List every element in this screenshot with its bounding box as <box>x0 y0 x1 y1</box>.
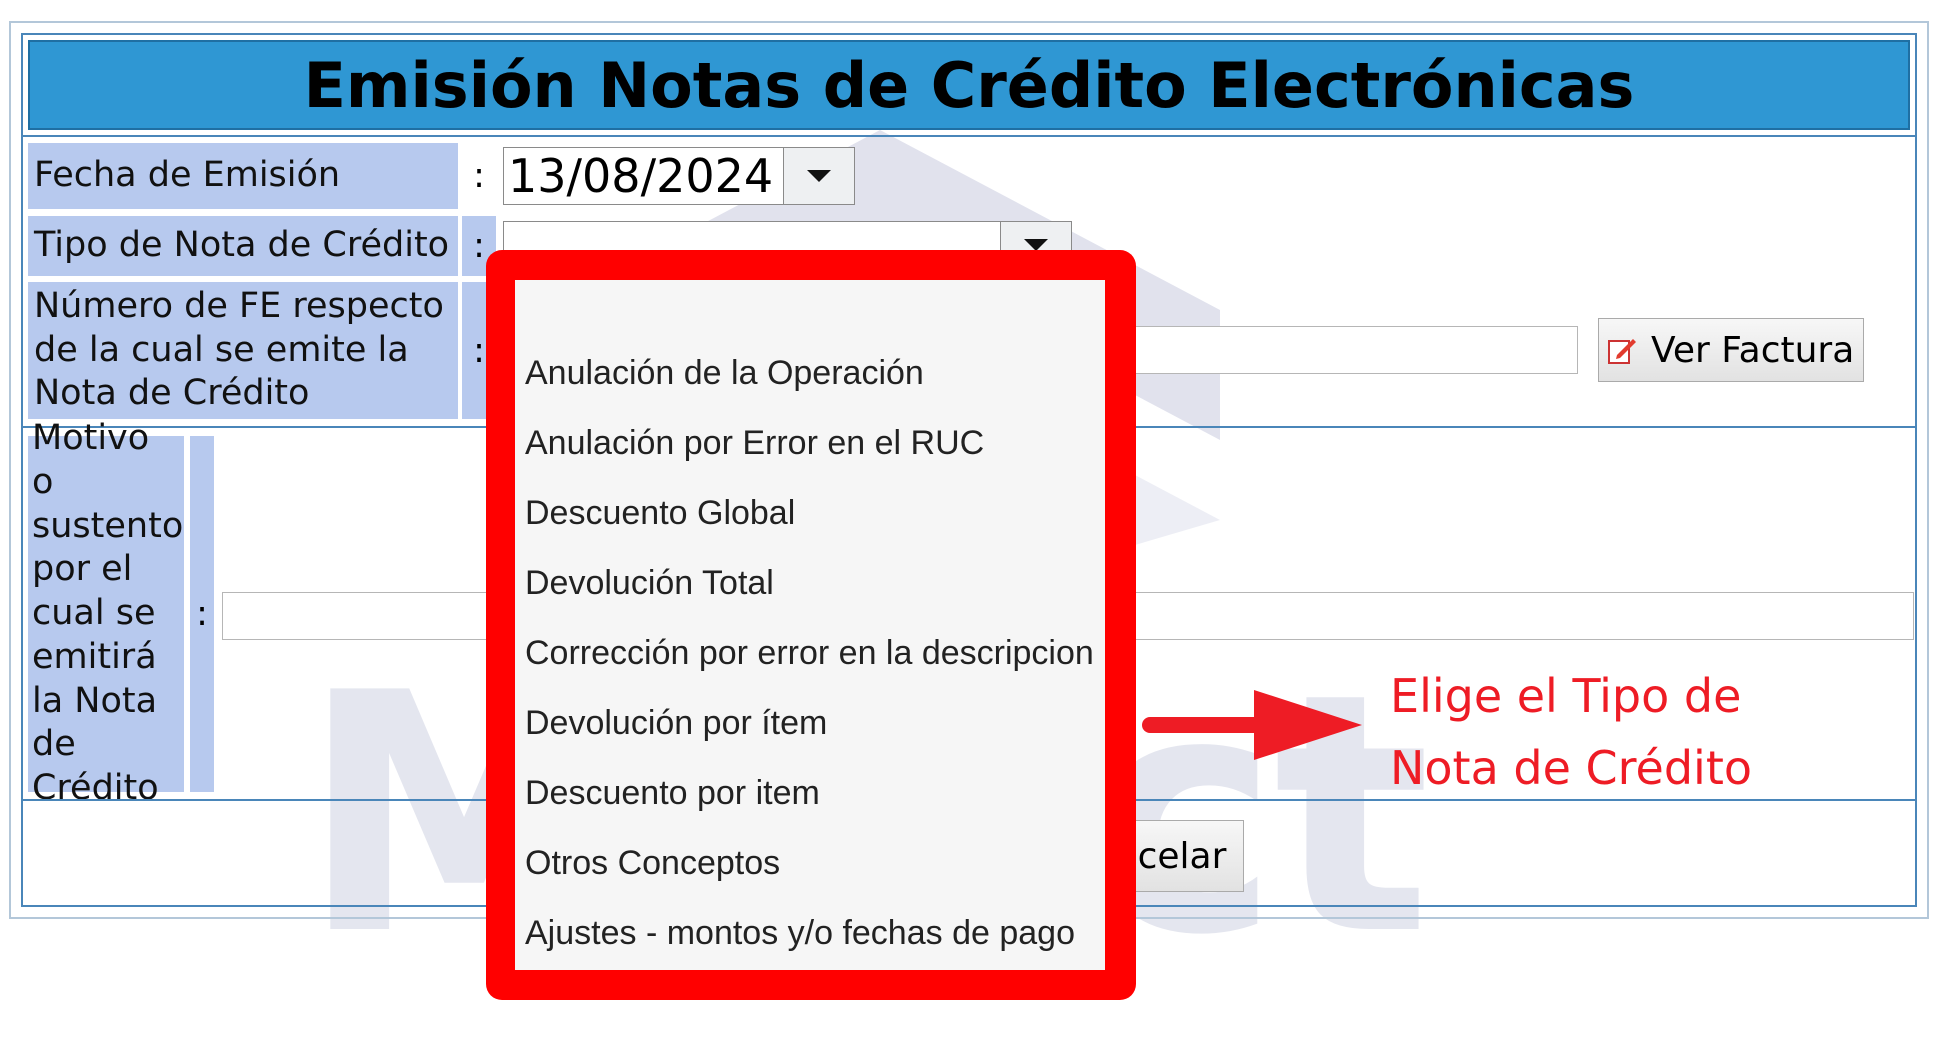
fe-label-line: de la cual se emite la <box>34 329 409 370</box>
annotation-text: Elige el Tipo de Nota de Crédito <box>1390 660 1752 804</box>
motivo-label-line: por el <box>32 549 133 590</box>
annotation-line: Nota de Crédito <box>1390 741 1753 795</box>
divider <box>23 135 1915 137</box>
dropdown-option[interactable]: Corrección por error en la descripcion <box>525 634 1094 673</box>
motivo-label: Motivo o sustento por el cual se emitirá… <box>28 418 184 808</box>
arrow-right-icon <box>1142 690 1362 760</box>
motivo-label-line: cual se <box>32 593 156 634</box>
fecha-emision-input[interactable]: 13/08/2024 <box>503 147 785 205</box>
tipo-nota-dropdown-list[interactable]: Anulación de la Operación Anulación por … <box>515 280 1105 970</box>
fe-label-line: Nota de Crédito <box>34 373 310 414</box>
motivo-label-line: sustento <box>32 505 184 546</box>
fe-label-line: Número de FE respecto <box>34 285 444 326</box>
motivo-label-line: de <box>32 724 76 765</box>
dropdown-option[interactable]: Devolución Total <box>525 564 774 603</box>
cancelar-label: celar <box>1137 835 1227 877</box>
tipo-label: Tipo de Nota de Crédito <box>28 216 458 276</box>
motivo-label-line: emitirá <box>32 636 157 677</box>
edit-icon <box>1608 339 1636 364</box>
form-title: Emisión Notas de Crédito Electrónicas <box>28 40 1910 130</box>
motivo-label-line: la Nota <box>32 680 158 721</box>
dropdown-option[interactable]: Ajustes - montos y/o fechas de pago <box>525 914 1075 953</box>
dropdown-option[interactable]: Descuento Global <box>525 494 795 533</box>
dropdown-option[interactable]: Anulación por Error en el RUC <box>525 424 984 463</box>
dropdown-option[interactable]: Devolución por ítem <box>525 704 827 743</box>
fecha-label: Fecha de Emisión <box>28 143 458 209</box>
annotation-line: Elige el Tipo de <box>1390 669 1742 723</box>
motivo-label-line: Motivo o <box>32 418 150 502</box>
chevron-down-icon <box>807 170 831 182</box>
fecha-colon: : <box>473 156 485 196</box>
motivo-label-line: Crédito <box>32 768 159 809</box>
ver-factura-button[interactable]: Ver Factura <box>1598 318 1864 382</box>
ver-factura-label: Ver Factura <box>1651 329 1855 371</box>
numero-fe-input[interactable] <box>1080 326 1578 374</box>
dropdown-option[interactable]: Anulación de la Operación <box>525 354 924 393</box>
dropdown-option[interactable]: Descuento por item <box>525 774 820 813</box>
fecha-dropdown-button[interactable] <box>783 147 855 205</box>
motivo-colon: : <box>196 594 208 634</box>
fe-label: Número de FE respecto de la cual se emit… <box>28 282 458 419</box>
dropdown-option[interactable]: Otros Conceptos <box>525 844 780 883</box>
